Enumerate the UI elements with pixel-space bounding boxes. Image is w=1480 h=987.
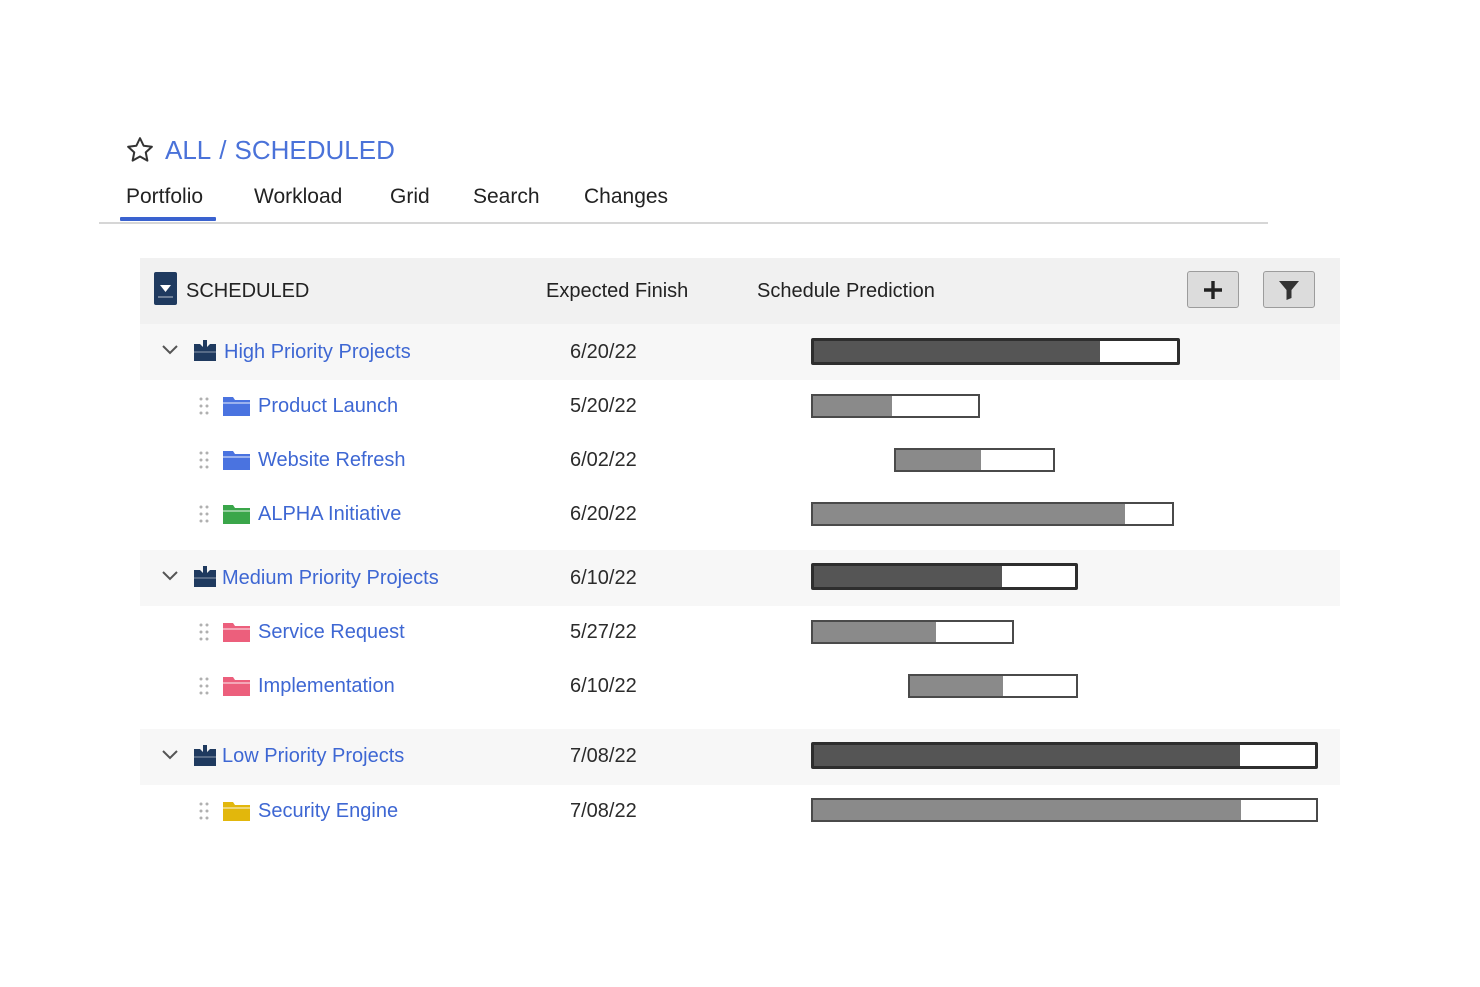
drag-handle-icon[interactable] [198, 504, 210, 524]
bar-progress-fill [813, 504, 1126, 524]
project-finish-security-engine: 7/08/22 [570, 800, 637, 822]
filter-icon [1279, 280, 1299, 300]
drag-handle-icon[interactable] [198, 450, 210, 470]
project-finish-product-launch: 5/20/22 [570, 395, 637, 417]
folder-icon [223, 677, 250, 696]
drag-handle-icon[interactable] [198, 396, 210, 416]
folder-icon [223, 505, 250, 524]
bar-progress-fill [814, 566, 1002, 587]
schedule-bar-medium-priority[interactable] [811, 563, 1078, 590]
folder-icon [223, 623, 250, 642]
group-name-low-priority[interactable]: Low Priority Projects [222, 743, 404, 769]
breadcrumb: ALL / SCHEDULED [125, 132, 395, 168]
project-finish-implementation: 6/10/22 [570, 675, 637, 697]
group-finish-high-priority: 6/20/22 [570, 341, 637, 363]
project-name-alpha-initiative[interactable]: ALPHA Initiative [258, 501, 401, 527]
schedule-bar-security-engine[interactable] [811, 798, 1318, 822]
drag-handle-icon[interactable] [198, 622, 210, 642]
chevron-down-icon[interactable] [161, 570, 179, 582]
schedule-bar-product-launch[interactable] [811, 394, 981, 418]
chevron-down-icon[interactable] [161, 749, 179, 761]
tab-search[interactable]: Search [473, 183, 540, 211]
project-name-website-refresh[interactable]: Website Refresh [258, 447, 405, 473]
portfolio-icon [194, 566, 216, 587]
schedule-bar-service-request[interactable] [811, 620, 1014, 644]
star-icon[interactable] [125, 135, 155, 165]
active-tab-indicator [120, 217, 216, 221]
portfolio-icon [194, 745, 216, 766]
scheduled-dropdown-icon[interactable] [154, 272, 177, 305]
group-name-medium-priority[interactable]: Medium Priority Projects [222, 565, 439, 591]
folder-icon [223, 451, 250, 470]
table-header [140, 258, 1340, 324]
schedule-bar-low-priority[interactable] [811, 742, 1318, 769]
project-finish-service-request: 5/27/22 [570, 621, 637, 643]
group-finish-low-priority: 7/08/22 [570, 745, 637, 767]
portfolio-icon [194, 340, 216, 361]
project-name-service-request[interactable]: Service Request [258, 619, 405, 645]
project-finish-website-refresh: 6/02/22 [570, 449, 637, 471]
folder-icon [223, 397, 250, 416]
bar-progress-fill [813, 800, 1241, 820]
breadcrumb-all-link[interactable]: ALL [165, 135, 211, 166]
bar-progress-fill [813, 396, 893, 416]
group-finish-medium-priority: 6/10/22 [570, 567, 637, 589]
folder-icon [223, 802, 250, 821]
tab-workload[interactable]: Workload [254, 183, 342, 211]
filter-button[interactable] [1263, 271, 1315, 308]
tab-changes[interactable]: Changes [584, 183, 668, 211]
table-title: SCHEDULED [186, 280, 310, 302]
schedule-prediction-header[interactable]: Schedule Prediction [757, 279, 935, 303]
plus-icon [1204, 280, 1222, 299]
add-button[interactable] [1187, 271, 1239, 308]
tab-grid[interactable]: Grid [390, 183, 430, 211]
expected-finish-header[interactable]: Expected Finish [546, 279, 688, 303]
schedule-bar-website-refresh[interactable] [894, 448, 1056, 472]
bar-progress-fill [896, 450, 982, 470]
tab-portfolio[interactable]: Portfolio [126, 183, 203, 211]
breadcrumb-separator: / [219, 134, 227, 165]
project-name-product-launch[interactable]: Product Launch [258, 393, 398, 419]
schedule-bar-implementation[interactable] [908, 674, 1078, 698]
bar-progress-fill [814, 341, 1101, 362]
schedule-bar-high-priority[interactable] [811, 338, 1180, 365]
drag-handle-icon[interactable] [198, 801, 210, 821]
breadcrumb-current[interactable]: SCHEDULED [235, 135, 395, 166]
project-name-implementation[interactable]: Implementation [258, 673, 395, 699]
group-name-high-priority[interactable]: High Priority Projects [224, 339, 411, 365]
bar-progress-fill [910, 676, 1003, 696]
chevron-down-icon[interactable] [161, 344, 179, 356]
project-name-security-engine[interactable]: Security Engine [258, 798, 398, 824]
project-finish-alpha-initiative: 6/20/22 [570, 503, 637, 525]
schedule-bar-alpha-initiative[interactable] [811, 502, 1174, 526]
bar-progress-fill [814, 745, 1240, 766]
tabs-divider [99, 222, 1268, 224]
drag-handle-icon[interactable] [198, 676, 210, 696]
bar-progress-fill [813, 622, 937, 642]
